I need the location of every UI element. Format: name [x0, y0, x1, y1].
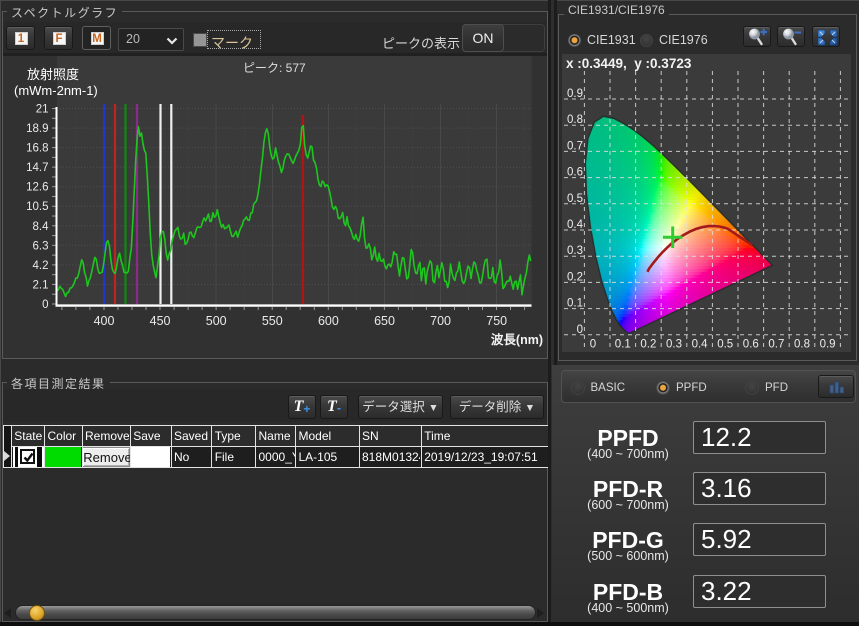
svg-text:500: 500 — [206, 314, 227, 328]
svg-text:0.3: 0.3 — [666, 339, 682, 351]
svg-text:0.8: 0.8 — [567, 114, 583, 126]
svg-text:0.4: 0.4 — [567, 219, 584, 231]
svg-text:600: 600 — [318, 314, 339, 328]
svg-text:ピーク: 577: ピーク: 577 — [243, 61, 306, 75]
svg-text:0: 0 — [577, 324, 583, 336]
svg-text:550: 550 — [262, 314, 283, 328]
svg-text:0.9: 0.9 — [820, 339, 836, 351]
svg-text:0.9: 0.9 — [567, 88, 583, 100]
svg-text:450: 450 — [150, 314, 171, 328]
svg-text:8.4: 8.4 — [33, 221, 50, 233]
svg-text:700: 700 — [430, 314, 451, 328]
svg-text:0.8: 0.8 — [794, 339, 810, 351]
svg-text:0.7: 0.7 — [567, 140, 583, 152]
svg-text:0: 0 — [590, 339, 596, 351]
svg-text:0.4: 0.4 — [692, 339, 709, 351]
svg-text:750: 750 — [486, 314, 507, 328]
svg-text:16.8: 16.8 — [26, 143, 48, 155]
svg-text:0.6: 0.6 — [567, 167, 583, 179]
svg-text:0.3: 0.3 — [567, 245, 583, 257]
svg-text:18.9: 18.9 — [26, 123, 48, 135]
svg-text:波長(nm): 波長(nm) — [491, 332, 543, 347]
svg-text:放射照度: 放射照度 — [27, 67, 79, 82]
svg-text:10.5: 10.5 — [26, 201, 48, 213]
svg-text:14.7: 14.7 — [26, 162, 48, 174]
svg-text:6.3: 6.3 — [33, 240, 49, 252]
svg-text:12.6: 12.6 — [26, 182, 48, 194]
svg-text:0.1: 0.1 — [567, 298, 583, 310]
svg-text:0.7: 0.7 — [768, 339, 784, 351]
svg-text:21: 21 — [36, 104, 49, 116]
svg-text:400: 400 — [94, 314, 115, 328]
svg-text:0: 0 — [42, 299, 48, 311]
svg-text:0.2: 0.2 — [640, 339, 656, 351]
svg-text:650: 650 — [374, 314, 395, 328]
svg-text:0.5: 0.5 — [717, 339, 733, 351]
svg-text:0.5: 0.5 — [567, 193, 583, 205]
svg-text:0.2: 0.2 — [567, 271, 583, 283]
svg-text:2.1: 2.1 — [33, 280, 49, 292]
svg-text:4.2: 4.2 — [33, 260, 49, 272]
svg-text:(mWm-2nm-1): (mWm-2nm-1) — [14, 83, 98, 98]
svg-text:0.6: 0.6 — [743, 339, 759, 351]
svg-text:0.1: 0.1 — [615, 339, 631, 351]
